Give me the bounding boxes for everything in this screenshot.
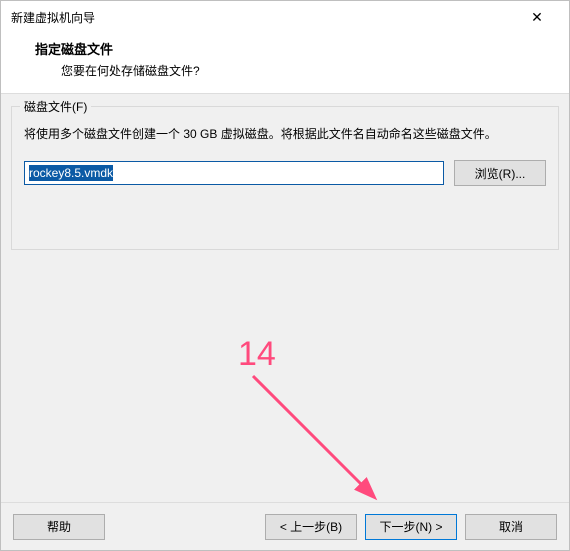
file-row: rockey8.5.vmdk 浏览(R)...: [24, 160, 546, 186]
group-title: 磁盘文件(F): [20, 98, 91, 115]
group-description: 将使用多个磁盘文件创建一个 30 GB 虚拟磁盘。将根据此文件名自动命名这些磁盘…: [24, 125, 546, 144]
titlebar: 新建虚拟机向导 ✕: [1, 1, 569, 33]
annotation-number: 14: [238, 335, 276, 374]
close-icon[interactable]: ✕: [515, 2, 559, 32]
page-title: 指定磁盘文件: [17, 39, 553, 58]
disk-file-group: 磁盘文件(F) 将使用多个磁盘文件创建一个 30 GB 虚拟磁盘。将根据此文件名…: [11, 106, 559, 250]
footer: 帮助 < 上一步(B) 下一步(N) > 取消: [1, 502, 569, 550]
window-title: 新建虚拟机向导: [11, 9, 515, 26]
next-button[interactable]: 下一步(N) >: [365, 514, 457, 540]
disk-path-value: rockey8.5.vmdk: [29, 165, 113, 181]
disk-path-input[interactable]: rockey8.5.vmdk: [24, 161, 444, 185]
content-area: 磁盘文件(F) 将使用多个磁盘文件创建一个 30 GB 虚拟磁盘。将根据此文件名…: [1, 94, 569, 513]
help-button[interactable]: 帮助: [13, 514, 105, 540]
back-button[interactable]: < 上一步(B): [265, 514, 357, 540]
page-subtitle: 您要在何处存储磁盘文件?: [17, 62, 553, 79]
cancel-button[interactable]: 取消: [465, 514, 557, 540]
wizard-header: 指定磁盘文件 您要在何处存储磁盘文件?: [1, 33, 569, 94]
browse-button[interactable]: 浏览(R)...: [454, 160, 546, 186]
dialog-window: 新建虚拟机向导 ✕ 指定磁盘文件 您要在何处存储磁盘文件? 磁盘文件(F) 将使…: [0, 0, 570, 551]
